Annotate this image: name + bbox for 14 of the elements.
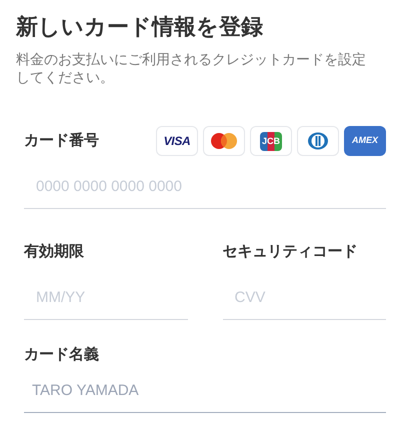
mastercard-logo — [203, 126, 245, 156]
field-label: カード名義 — [24, 344, 100, 364]
field-label: 有効期限 — [24, 242, 85, 262]
visa-logo: VISA — [156, 126, 198, 156]
expiry-field[interactable]: MM/YY — [24, 287, 188, 320]
diners-logo — [297, 126, 339, 156]
description: 料金のお支払いにご利用されるクレジットカードを設定してください。 — [16, 50, 367, 86]
page-title: 新しいカード情報を登録 — [16, 13, 264, 41]
card-name-field[interactable]: TARO YAMADA — [24, 380, 386, 412]
card-number-field[interactable]: 0000 0000 0000 0000 — [24, 176, 386, 208]
amex-logo: AMEX — [344, 126, 386, 156]
field-label: セキュリティコード — [222, 242, 358, 262]
security-code-field[interactable]: CVV — [222, 287, 386, 320]
field-label: カード番号 — [24, 130, 99, 151]
